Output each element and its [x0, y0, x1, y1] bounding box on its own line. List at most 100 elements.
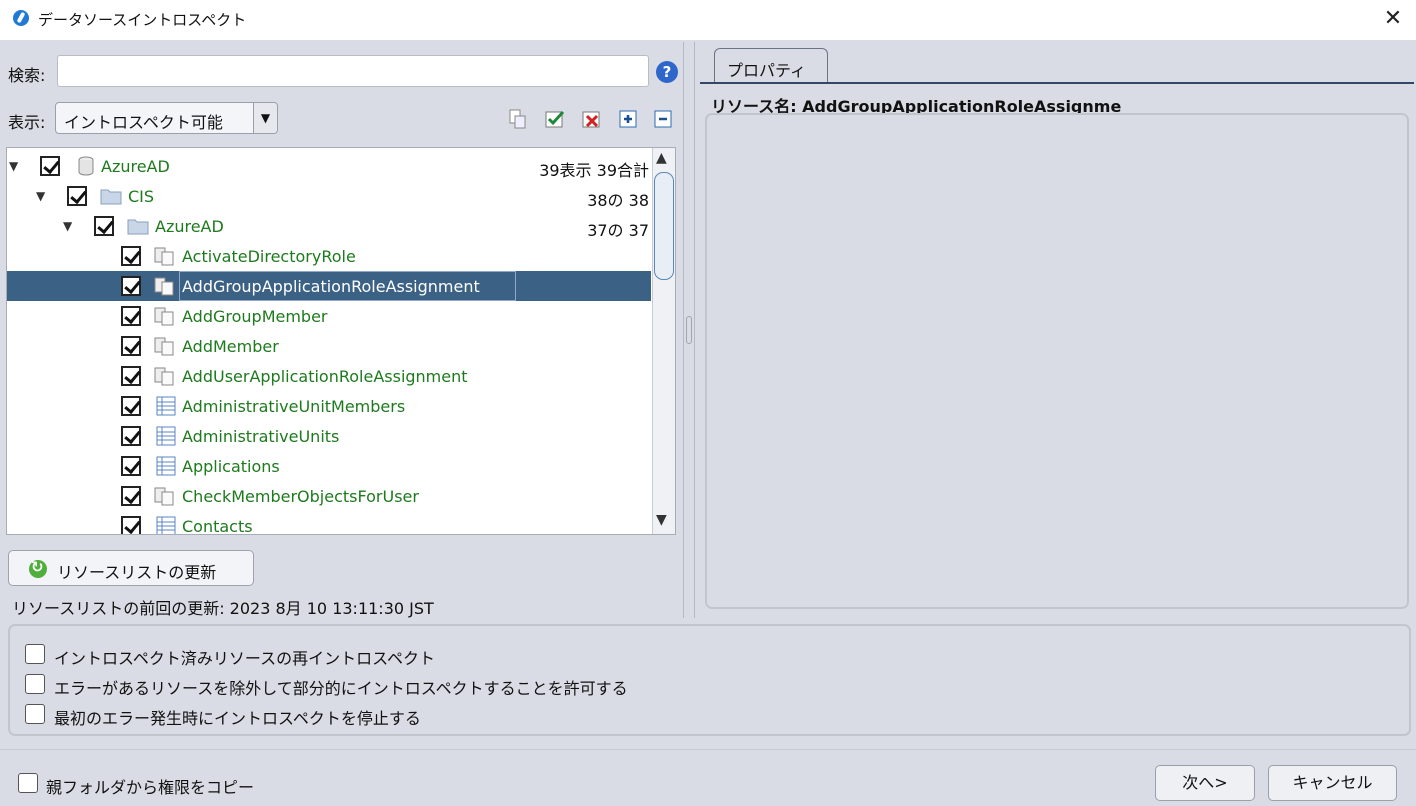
table-icon [155, 516, 177, 534]
tree-node[interactable]: AdministrativeUnitMembers [7, 391, 651, 421]
procedure-icon [153, 486, 175, 506]
node-label: AddUserApplicationRoleAssignment [182, 367, 468, 386]
tree-scrollbar[interactable]: ▲ ▼ [652, 148, 675, 534]
node-label: AzureAD [155, 217, 224, 236]
expand-triangle-icon[interactable]: ▼ [9, 159, 18, 173]
tab-properties[interactable]: プロパティ [714, 48, 828, 84]
tree-node-selected[interactable]: AddGroupApplicationRoleAssignment [7, 271, 651, 301]
tree-node[interactable]: AddGroupMember [7, 301, 651, 331]
node-count: 38の 38 [587, 191, 649, 210]
tree-node[interactable]: ▼ CIS 38の 38 [7, 181, 651, 211]
node-label: CheckMemberObjectsForUser [182, 487, 419, 506]
node-checkbox[interactable] [121, 246, 141, 266]
close-icon[interactable]: ✕ [1380, 6, 1406, 32]
node-checkbox[interactable] [121, 426, 141, 446]
node-label: CIS [128, 187, 155, 206]
scrollbar-thumb[interactable] [654, 172, 674, 280]
node-label: ActivateDirectoryRole [182, 247, 356, 266]
node-checkbox[interactable] [121, 276, 141, 296]
window-title: データソースイントロスペクト [38, 11, 247, 29]
table-icon [155, 396, 177, 416]
last-update-text: リソースリストの前回の更新: 2023 8月 10 13:11:30 JST [12, 599, 434, 618]
view-label: 表示: [8, 113, 46, 132]
folder-icon [127, 216, 149, 236]
properties-panel [705, 113, 1409, 609]
expand-triangle-icon[interactable]: ▼ [36, 189, 45, 203]
refresh-resource-list-button[interactable]: リソースリストの更新 [8, 550, 254, 586]
tree-node[interactable]: AddUserApplicationRoleAssignment [7, 361, 651, 391]
view-select[interactable]: イントロスペクト可能 ▼ [55, 102, 278, 134]
node-label: AddMember [182, 337, 279, 356]
tab-divider [700, 82, 1414, 85]
node-checkbox[interactable] [94, 216, 114, 236]
resource-tree: ▼ AzureAD 39表示 39合計 ▼ CIS 38の 38 ▼ Azure… [6, 147, 676, 535]
copy-permissions-checkbox[interactable] [18, 773, 38, 793]
tree-node[interactable]: Applications [7, 451, 651, 481]
uncheck-all-icon[interactable] [581, 108, 603, 130]
scroll-up-icon[interactable]: ▲ [656, 150, 667, 166]
splitter-grip[interactable] [686, 316, 692, 344]
next-button[interactable]: 次へ> [1155, 765, 1255, 801]
procedure-icon [153, 306, 175, 326]
tree-node[interactable]: AddMember [7, 331, 651, 361]
procedure-icon [153, 276, 175, 296]
node-label: AddGroupMember [182, 307, 328, 326]
node-label: Applications [182, 457, 280, 476]
option-label: 最初のエラー発生時にイントロスペクトを停止する [54, 709, 421, 728]
reintrospect-checkbox[interactable] [25, 644, 45, 664]
node-label: AdministrativeUnitMembers [182, 397, 406, 416]
folder-icon [100, 186, 122, 206]
refresh-button-label: リソースリストの更新 [57, 563, 217, 582]
expand-all-icon[interactable] [617, 108, 639, 130]
tab-label: プロパティ [727, 61, 807, 80]
procedure-icon [153, 366, 175, 386]
node-label: AddGroupApplicationRoleAssignment [182, 277, 480, 296]
tree-node[interactable]: ▼ AzureAD 37の 37 [7, 211, 651, 241]
question-icon[interactable]: ? [656, 61, 678, 83]
refresh-icon [29, 558, 47, 578]
search-input[interactable] [57, 55, 649, 87]
tree-node[interactable]: CheckMemberObjectsForUser [7, 481, 651, 511]
node-count: 37の 37 [587, 221, 649, 240]
chevron-down-icon[interactable]: ▼ [253, 103, 277, 133]
node-label: AdministrativeUnits [182, 427, 340, 446]
expand-triangle-icon[interactable]: ▼ [63, 219, 72, 233]
cancel-button[interactable]: キャンセル [1268, 765, 1397, 801]
procedure-icon [153, 246, 175, 266]
scroll-down-icon[interactable]: ▼ [656, 512, 667, 528]
add-resource-icon[interactable] [506, 108, 528, 130]
node-checkbox[interactable] [121, 306, 141, 326]
check-all-icon[interactable] [544, 108, 566, 130]
node-count: 39表示 39合計 [539, 161, 649, 180]
procedure-icon [153, 336, 175, 356]
view-select-value: イントロスペクト可能 [64, 113, 223, 132]
node-checkbox[interactable] [121, 336, 141, 356]
node-checkbox[interactable] [121, 486, 141, 506]
node-checkbox[interactable] [40, 156, 60, 176]
tree-node[interactable]: ActivateDirectoryRole [7, 241, 651, 271]
tree-node[interactable]: AdministrativeUnits [7, 421, 651, 451]
node-checkbox[interactable] [121, 456, 141, 476]
node-label: AzureAD [101, 157, 170, 176]
table-icon [155, 456, 177, 476]
search-label: 検索: [8, 66, 46, 85]
option-label: イントロスペクト済みリソースの再イントロスペクト [54, 649, 435, 668]
tree-node[interactable]: ▼ AzureAD 39表示 39合計 [7, 151, 651, 181]
divider [0, 749, 1416, 750]
node-label: Contacts [182, 517, 253, 535]
copy-permissions-label: 親フォルダから権限をコピー [46, 778, 255, 797]
app-icon [13, 10, 29, 26]
partial-introspect-checkbox[interactable] [25, 674, 45, 694]
node-checkbox[interactable] [67, 186, 87, 206]
panel-splitter[interactable] [683, 42, 695, 618]
collapse-all-icon[interactable] [652, 108, 674, 130]
stop-on-error-checkbox[interactable] [25, 704, 45, 724]
node-checkbox[interactable] [121, 516, 141, 534]
table-icon [155, 426, 177, 446]
option-label: エラーがあるリソースを除外して部分的にイントロスペクトすることを許可する [54, 679, 628, 698]
title-bar: データソースイントロスペクト ✕ [0, 0, 1416, 40]
tree-node[interactable]: Contacts [7, 511, 651, 535]
node-checkbox[interactable] [121, 396, 141, 416]
database-icon [75, 156, 97, 176]
node-checkbox[interactable] [121, 366, 141, 386]
